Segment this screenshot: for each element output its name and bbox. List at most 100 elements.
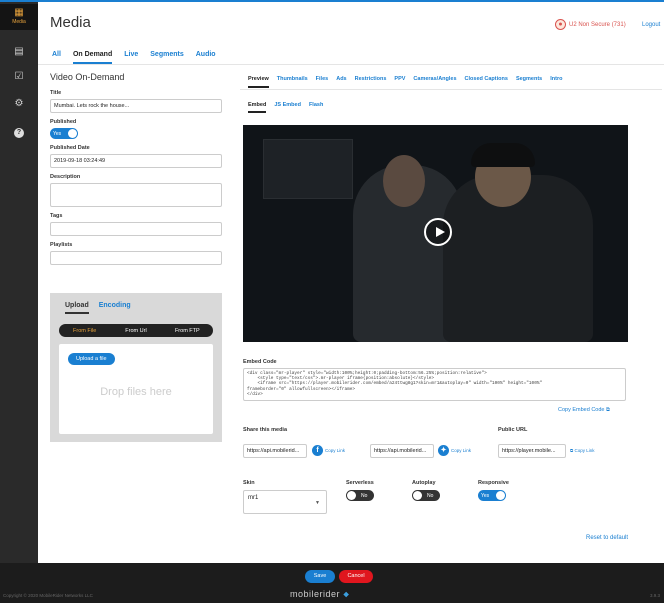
tab-thumbnails[interactable]: Thumbnails bbox=[277, 76, 308, 88]
brand-name: mobilerider bbox=[290, 589, 341, 599]
source-from-file[interactable]: From File bbox=[59, 328, 110, 334]
logout-link[interactable]: Logout bbox=[642, 22, 660, 28]
detail-tabs: Preview Thumbnails Files Ads Restriction… bbox=[248, 76, 562, 88]
tab-files[interactable]: Files bbox=[316, 76, 329, 88]
published-toggle[interactable]: Yes bbox=[50, 128, 78, 139]
share-twitter-url[interactable]: https://api.mobilerid... bbox=[370, 444, 434, 458]
user-menu[interactable]: ● U2 Non Secure (731) bbox=[555, 19, 626, 30]
brand-logo: mobilerider ❖ bbox=[290, 589, 350, 599]
media-details-panel: Video On-Demand Title Mumbai. Lets rock … bbox=[50, 72, 222, 271]
autoplay-label: Autoplay bbox=[412, 480, 436, 486]
embed-tabs: Embed JS Embed Flash bbox=[248, 102, 323, 113]
tab-preview[interactable]: Preview bbox=[248, 76, 269, 88]
description-textarea[interactable] bbox=[50, 183, 222, 207]
tab-segments-detail[interactable]: Segments bbox=[516, 76, 542, 88]
copy-public-url-text: Copy Link bbox=[574, 448, 595, 453]
chevron-down-icon: ▼ bbox=[315, 500, 320, 506]
description-label: Description bbox=[50, 174, 81, 180]
media-library-icon[interactable]: ▤ bbox=[0, 46, 38, 58]
copy-facebook-link[interactable]: Copy Link bbox=[325, 448, 345, 453]
divider bbox=[38, 64, 664, 65]
responsive-toggle[interactable]: Yes bbox=[478, 490, 506, 501]
playlists-label: Playlists bbox=[50, 242, 73, 248]
settings-icon[interactable]: ⚙ bbox=[0, 98, 38, 110]
main-content: Media ● U2 Non Secure (731) Logout All On… bbox=[38, 0, 664, 563]
tags-label: Tags bbox=[50, 213, 63, 219]
tab-cameras-angles[interactable]: Cameras/Angles bbox=[413, 76, 456, 88]
help-icon[interactable]: ? bbox=[14, 128, 24, 138]
checklist-icon[interactable]: ☑ bbox=[0, 71, 38, 83]
tab-embed[interactable]: Embed bbox=[248, 102, 267, 113]
media-tabs: All On Demand Live Segments Audio bbox=[52, 51, 216, 64]
serverless-label: Serverless bbox=[346, 480, 374, 486]
tab-audio[interactable]: Audio bbox=[196, 51, 216, 64]
published-label: Published bbox=[50, 119, 77, 125]
version-text: 3.9.3 bbox=[650, 593, 661, 598]
upload-panel: Upload Encoding From File From Url From … bbox=[50, 293, 222, 442]
sidebar: ▦ Media ▤ ☑ ⚙ ? bbox=[0, 0, 38, 563]
copy-embed-link[interactable]: Copy Embed Code ⧉ bbox=[558, 407, 610, 414]
tab-restrictions[interactable]: Restrictions bbox=[355, 76, 387, 88]
copy-icon: ⧉ bbox=[606, 407, 610, 413]
save-button[interactable]: Save bbox=[305, 570, 335, 583]
film-icon: ▦ bbox=[14, 7, 24, 18]
skin-select[interactable]: mr1 ▼ bbox=[243, 490, 327, 514]
copy-twitter-link[interactable]: Copy Link bbox=[451, 448, 471, 453]
skin-label: Skin bbox=[243, 480, 255, 486]
responsive-toggle-text: Yes bbox=[481, 492, 490, 499]
embed-code-textarea[interactable]: <div class="mr-player" style="width:100%… bbox=[243, 368, 626, 401]
tab-closed-captions[interactable]: Closed Captions bbox=[465, 76, 508, 88]
serverless-toggle-text: No bbox=[361, 492, 368, 499]
twitter-icon: ✦ bbox=[438, 445, 449, 456]
page-title: Media bbox=[50, 14, 91, 31]
source-from-url[interactable]: From Url bbox=[110, 328, 161, 334]
reset-to-default-link[interactable]: Reset to default bbox=[586, 535, 628, 541]
serverless-toggle[interactable]: No bbox=[346, 490, 374, 501]
upload-source-selector: From File From Url From FTP bbox=[59, 324, 213, 337]
title-input[interactable]: Mumbai. Lets rock the house... bbox=[50, 99, 222, 113]
panel-heading: Video On-Demand bbox=[50, 72, 125, 82]
video-frame-figure bbox=[383, 155, 425, 207]
tab-encoding[interactable]: Encoding bbox=[99, 302, 131, 314]
drop-zone[interactable]: Upload a file Drop files here bbox=[59, 344, 213, 434]
cancel-button[interactable]: Cancel bbox=[339, 570, 373, 583]
public-url-heading: Public URL bbox=[498, 427, 528, 433]
copy-public-url[interactable]: ⧉ Copy Link bbox=[570, 448, 595, 453]
published-date-label: Published Date bbox=[50, 145, 90, 151]
source-from-ftp[interactable]: From FTP bbox=[162, 328, 213, 334]
media-nav-item[interactable]: ▦ Media bbox=[0, 4, 38, 30]
brand-mark-icon: ❖ bbox=[343, 592, 350, 599]
play-icon[interactable] bbox=[424, 218, 452, 246]
playlists-input[interactable] bbox=[50, 251, 222, 265]
responsive-label: Responsive bbox=[478, 480, 509, 486]
drop-zone-text: Drop files here bbox=[100, 386, 172, 398]
tab-js-embed[interactable]: JS Embed bbox=[274, 102, 301, 113]
public-url-field[interactable]: https://player.mobile... bbox=[498, 444, 566, 458]
tab-live[interactable]: Live bbox=[124, 51, 138, 64]
skin-value: mr1 bbox=[248, 495, 259, 501]
share-facebook-url[interactable]: https://api.mobilerid... bbox=[243, 444, 307, 458]
title-label: Title bbox=[50, 90, 62, 96]
video-player[interactable] bbox=[243, 125, 628, 342]
tab-all[interactable]: All bbox=[52, 51, 61, 64]
video-frame-figure bbox=[471, 143, 535, 167]
share-heading: Share this media bbox=[243, 427, 288, 433]
embed-code-heading: Embed Code bbox=[243, 359, 277, 365]
upload-file-button[interactable]: Upload a file bbox=[68, 353, 115, 365]
autoplay-toggle[interactable]: No bbox=[412, 490, 440, 501]
tags-input[interactable] bbox=[50, 222, 222, 236]
tab-intro[interactable]: Intro bbox=[550, 76, 562, 88]
published-date-input[interactable]: 2019-09-18 03:24:49 bbox=[50, 154, 222, 168]
tab-on-demand[interactable]: On Demand bbox=[72, 51, 113, 64]
tab-upload[interactable]: Upload bbox=[65, 302, 89, 314]
tab-ppv[interactable]: PPV bbox=[394, 76, 405, 88]
tab-segments[interactable]: Segments bbox=[150, 51, 183, 64]
media-nav-label: Media bbox=[12, 19, 26, 25]
divider bbox=[240, 89, 662, 90]
tab-ads[interactable]: Ads bbox=[336, 76, 346, 88]
copy-icon: ⧉ bbox=[570, 448, 574, 453]
upload-tabs: Upload Encoding bbox=[65, 302, 131, 314]
autoplay-toggle-text: No bbox=[427, 492, 434, 499]
facebook-icon: f bbox=[312, 445, 323, 456]
tab-flash[interactable]: Flash bbox=[309, 102, 323, 113]
